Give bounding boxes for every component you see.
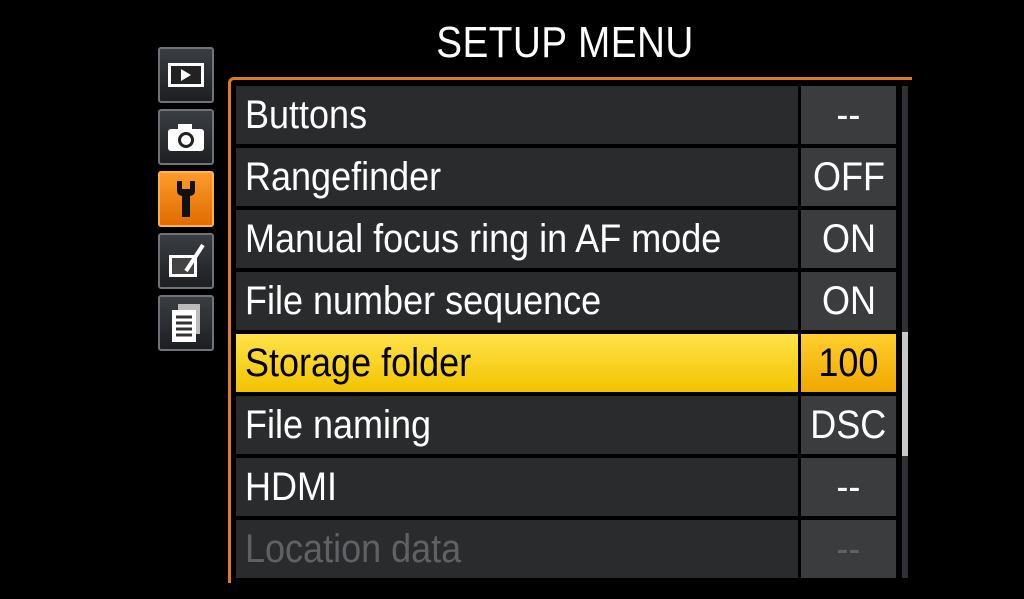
playback-icon: [168, 63, 204, 87]
menu-item-file-number-sequence[interactable]: File number sequence ON: [236, 272, 896, 330]
tab-retouch[interactable]: [158, 233, 214, 289]
menu-tab-strip: [158, 47, 218, 357]
menu-item-location-data: Location data --: [236, 520, 896, 578]
tab-recent-settings[interactable]: [158, 295, 214, 351]
scrollbar-thumb[interactable]: [902, 332, 908, 456]
tab-playback[interactable]: [158, 47, 214, 103]
menu-item-file-naming[interactable]: File naming DSC: [236, 396, 896, 454]
menu-item-buttons[interactable]: Buttons --: [236, 86, 896, 144]
menu-item-label: Rangefinder: [245, 154, 442, 199]
menu-item-label: File number sequence: [245, 278, 602, 323]
menu-item-label: File naming: [245, 402, 432, 447]
menu-item-label: Buttons: [245, 92, 368, 137]
menu-item-hdmi[interactable]: HDMI --: [236, 458, 896, 516]
menu-item-manual-focus-ring[interactable]: Manual focus ring in AF mode ON: [236, 210, 896, 268]
camera-icon: [168, 124, 204, 151]
menu-item-value: --: [836, 92, 861, 137]
tab-shooting[interactable]: [158, 109, 214, 165]
menu-title: SETUP MENU: [436, 18, 694, 67]
menu-item-value: --: [836, 526, 861, 571]
menu-item-label: Storage folder: [245, 340, 472, 385]
menu-item-label: HDMI: [245, 464, 337, 509]
menu-item-value: 100: [818, 340, 879, 385]
menu-item-label: Manual focus ring in AF mode: [245, 216, 722, 261]
recent-settings-icon: [172, 304, 200, 342]
menu-item-storage-folder[interactable]: Storage folder 100: [236, 334, 896, 392]
menu-item-value: ON: [821, 278, 876, 323]
menu-item-value: DSC: [810, 402, 887, 447]
menu-item-value: OFF: [812, 154, 885, 199]
menu-item-rangefinder[interactable]: Rangefinder OFF: [236, 148, 896, 206]
retouch-icon: [169, 243, 205, 277]
menu-item-label: Location data: [245, 526, 462, 571]
tab-setup[interactable]: [158, 171, 214, 227]
menu-item-value: --: [836, 464, 861, 509]
menu-item-value: ON: [821, 216, 876, 261]
scrollbar[interactable]: [902, 86, 908, 578]
wrench-icon: [177, 181, 195, 217]
menu-list: Buttons -- Rangefinder OFF Manual focus …: [236, 86, 896, 582]
